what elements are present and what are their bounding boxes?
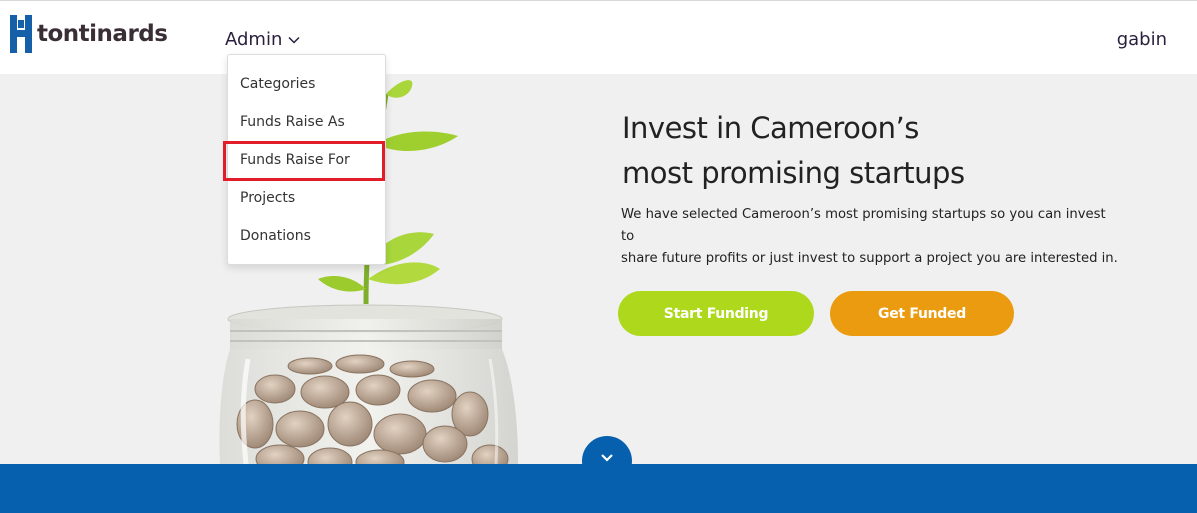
hero-description: We have selected Cameroon’s most promisi…: [621, 204, 1121, 270]
hero-description-line2: share future profits or just invest to s…: [621, 251, 1118, 266]
admin-menu-label: Admin: [225, 29, 283, 50]
selection-highlight-box: [223, 141, 385, 181]
hero-description-line1: We have selected Cameroon’s most promisi…: [621, 207, 1106, 244]
chevron-down-icon: [288, 36, 300, 44]
get-funded-button[interactable]: Get Funded: [830, 291, 1014, 336]
start-funding-button[interactable]: Start Funding: [618, 291, 814, 336]
logo-text: tontinards: [37, 21, 168, 47]
hero-title-line2: most promising startups: [622, 156, 965, 190]
menu-item-projects[interactable]: Projects: [240, 190, 295, 206]
chevron-down-icon: [601, 454, 613, 462]
menu-item-funds-raise-as[interactable]: Funds Raise As: [240, 114, 345, 130]
top-navbar: tontinards Admin gabin: [0, 0, 1197, 74]
menu-item-categories[interactable]: Categories: [240, 76, 315, 92]
tontinards-logo-icon: [10, 15, 32, 53]
brand-logo[interactable]: tontinards: [10, 15, 168, 53]
admin-menu-toggle[interactable]: Admin: [225, 29, 300, 50]
user-menu[interactable]: gabin: [1117, 29, 1167, 50]
hero-title-line1: Invest in Cameroon’s: [622, 111, 919, 145]
scroll-down-button[interactable]: [582, 436, 632, 486]
menu-item-donations[interactable]: Donations: [240, 228, 311, 244]
hero-title: Invest in Cameroon’s most promising star…: [622, 106, 965, 196]
